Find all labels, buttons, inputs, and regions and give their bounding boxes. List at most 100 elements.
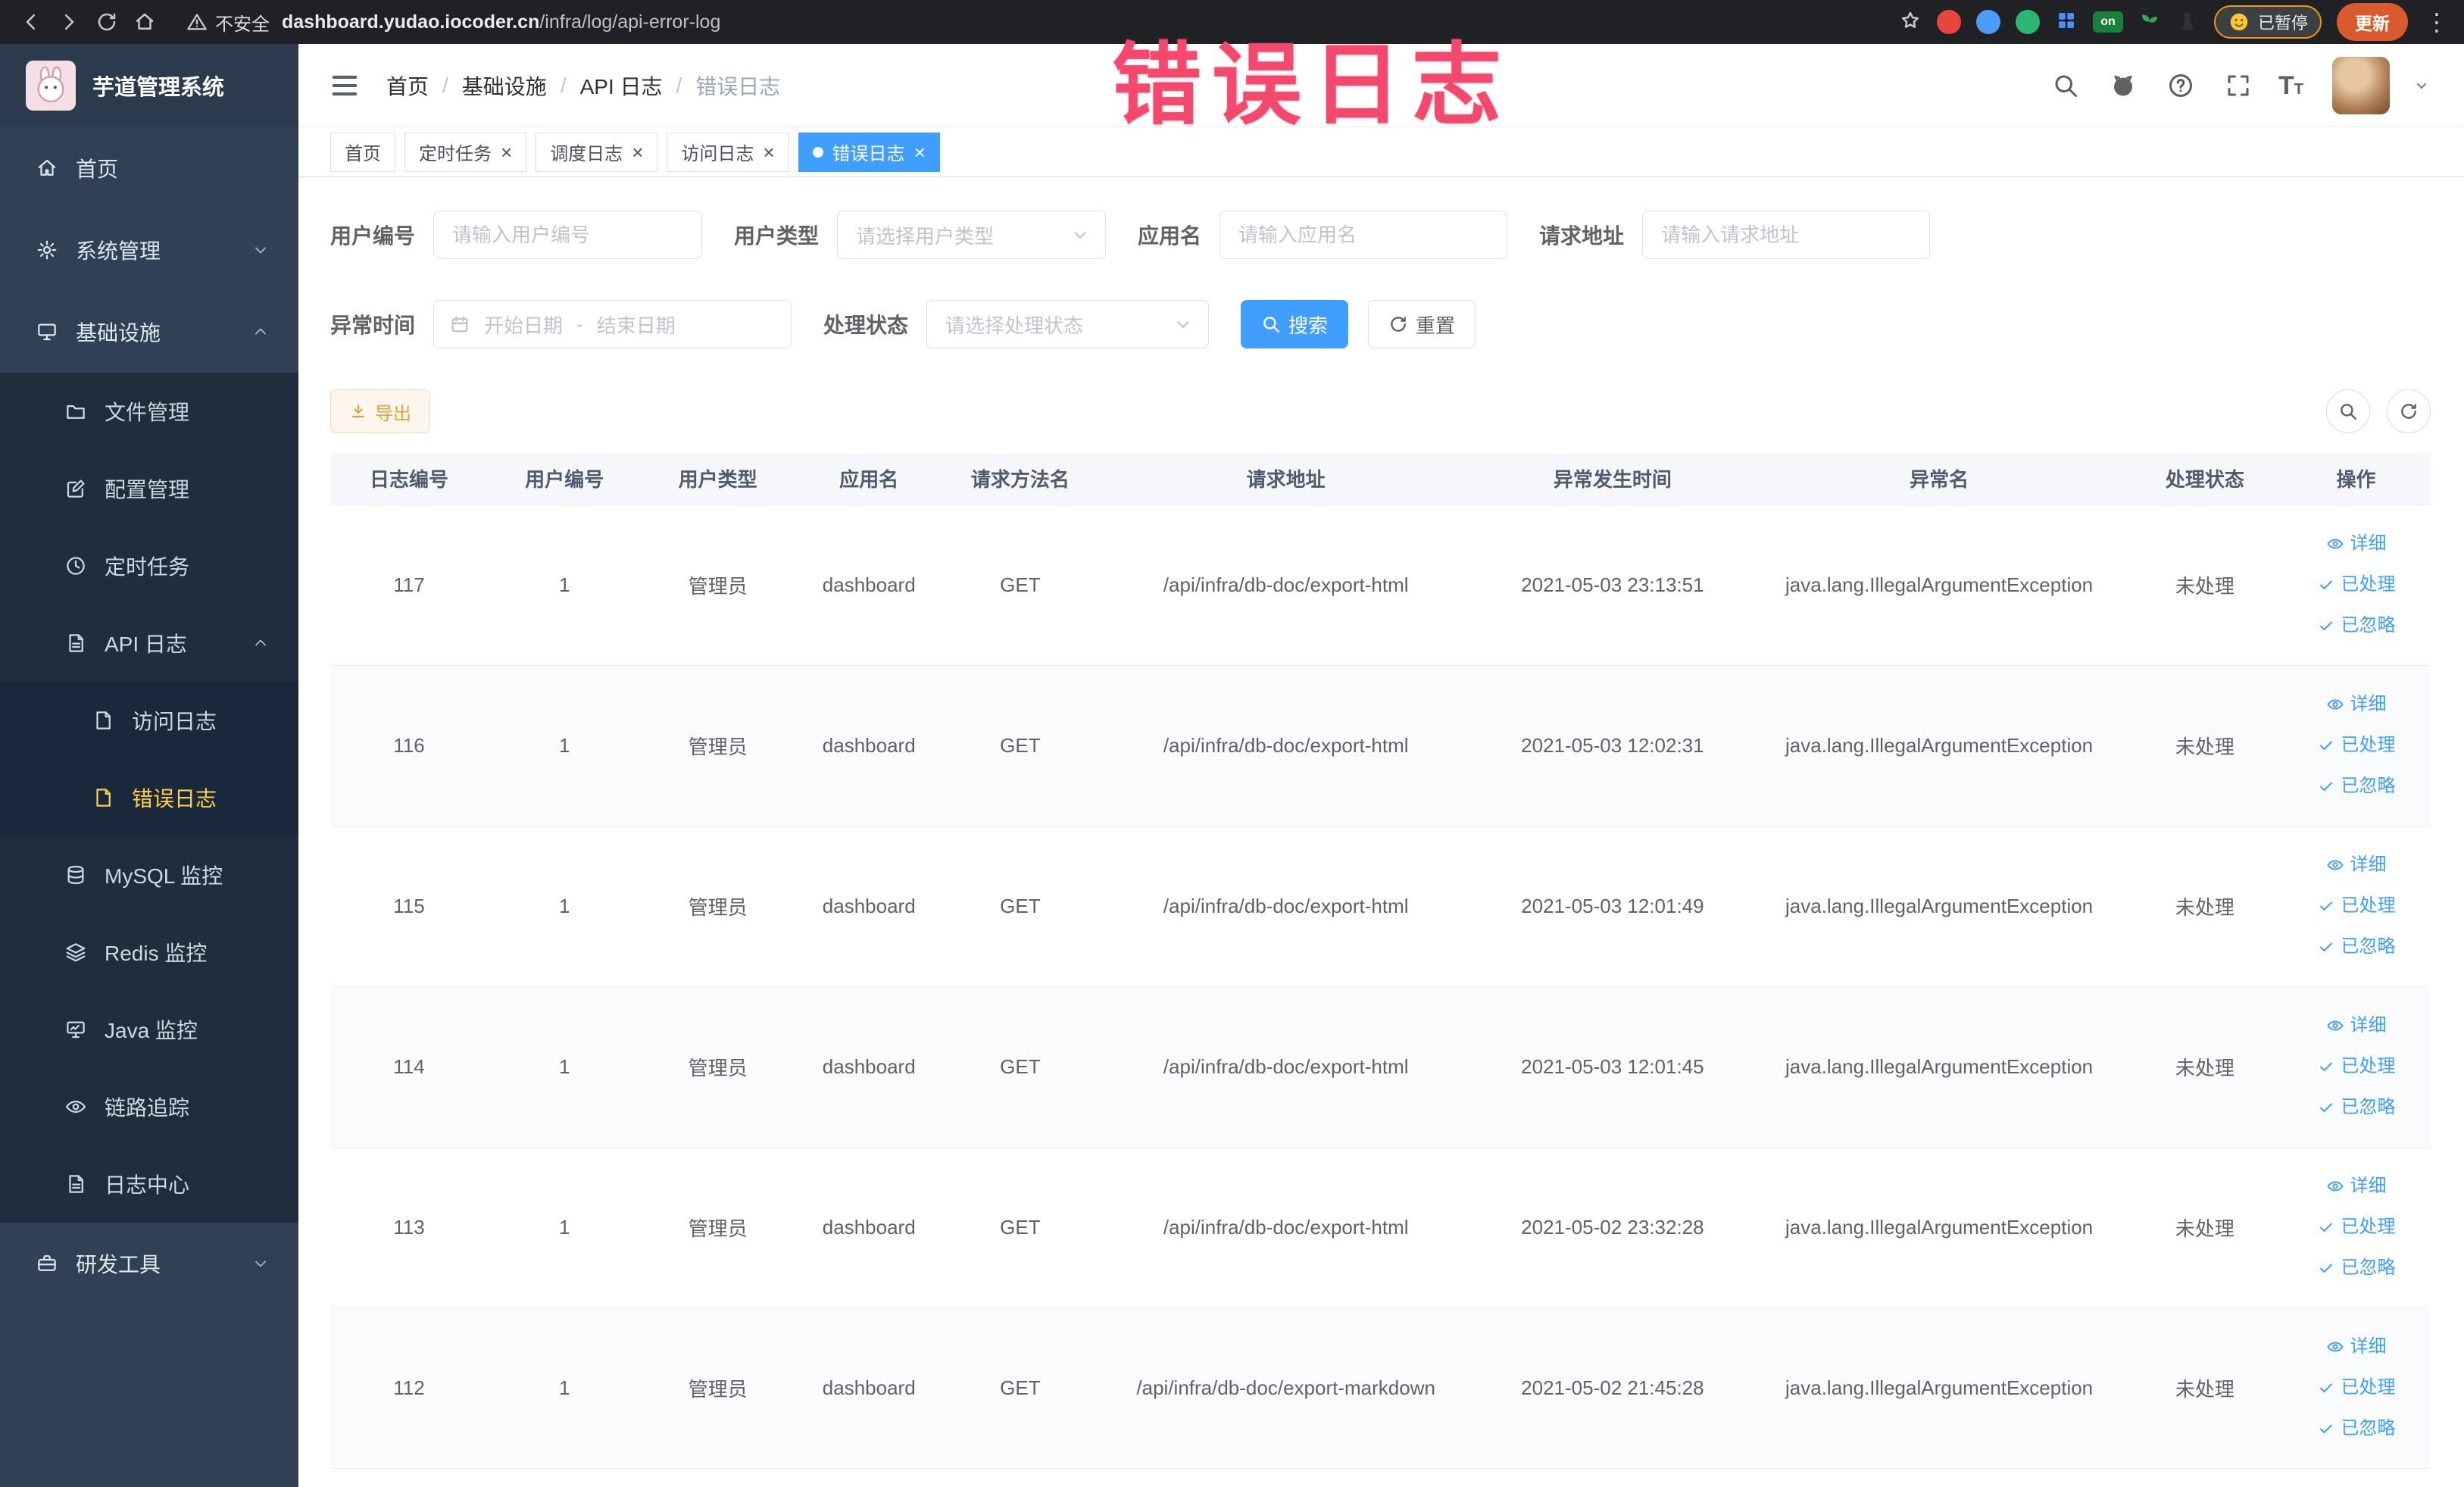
user-avatar[interactable] xyxy=(2332,56,2390,114)
exception-time-label: 异常时间 xyxy=(330,314,416,337)
tab-close-icon[interactable]: × xyxy=(632,142,643,162)
logo-avatar xyxy=(26,61,76,111)
paused-profile-badge[interactable]: 已暂停 xyxy=(2213,5,2322,39)
chevron-down-icon xyxy=(1177,321,1189,328)
toggle-search-button[interactable] xyxy=(2326,389,2370,433)
extension-icon[interactable] xyxy=(2015,10,2040,34)
sidebar-item-job[interactable]: 定时任务 xyxy=(0,527,298,604)
processed-link[interactable]: 已处理 xyxy=(2317,564,2396,605)
extension-sprout-icon[interactable] xyxy=(2138,9,2161,36)
bookmark-star-icon[interactable] xyxy=(1899,9,1922,36)
detail-link[interactable]: 详细 xyxy=(2326,1166,2387,1207)
address-bar[interactable]: dashboard.yudao.iocoder.cn/infra/log/api… xyxy=(282,11,720,33)
extension-icon[interactable] xyxy=(1936,10,1961,34)
ignored-link[interactable]: 已忽略 xyxy=(2317,926,2396,967)
extension-icon[interactable] xyxy=(1975,10,2000,34)
help-icon[interactable] xyxy=(2163,68,2198,103)
request-url-input[interactable] xyxy=(1642,211,1931,259)
sidebar-item-redis[interactable]: Redis 监控 xyxy=(0,914,298,991)
browser-menu-icon[interactable]: ⋮ xyxy=(2425,10,2449,34)
breadcrumb-item[interactable]: 首页 xyxy=(386,70,429,101)
eye-icon xyxy=(2327,1342,2344,1352)
github-icon[interactable] xyxy=(2106,68,2141,103)
extension-pawn-icon[interactable] xyxy=(2176,9,2199,36)
layers-icon xyxy=(64,940,88,964)
reset-button[interactable]: 重置 xyxy=(1368,300,1476,348)
font-size-icon[interactable]: TT xyxy=(2278,73,2303,98)
process-status-select[interactable]: 请选择处理状态 xyxy=(926,300,1210,348)
tab-access-log[interactable]: 访问日志 × xyxy=(667,132,789,172)
fullscreen-icon[interactable] xyxy=(2221,68,2256,103)
avatar-caret-icon[interactable] xyxy=(2412,77,2431,95)
ignored-link[interactable]: 已忽略 xyxy=(2317,1087,2396,1128)
sidebar-item-config[interactable]: 配置管理 xyxy=(0,450,298,527)
date-range-picker[interactable]: 开始日期 - 结束日期 xyxy=(433,300,792,348)
tab-close-icon[interactable]: × xyxy=(763,142,774,162)
tab-job[interactable]: 定时任务 × xyxy=(404,132,527,172)
tab-close-icon[interactable]: × xyxy=(914,142,926,162)
ignored-link[interactable]: 已忽略 xyxy=(2317,1248,2396,1289)
processed-link[interactable]: 已处理 xyxy=(2317,1207,2396,1248)
detail-link[interactable]: 详细 xyxy=(2326,1005,2387,1046)
detail-link[interactable]: 详细 xyxy=(2326,1326,2387,1367)
ignored-link[interactable]: 已忽略 xyxy=(2317,1408,2396,1449)
ignored-link[interactable]: 已忽略 xyxy=(2317,766,2396,807)
column-header: 用户编号 xyxy=(487,453,642,505)
sidebar-item-trace[interactable]: 链路追踪 xyxy=(0,1068,298,1145)
home-browser-icon[interactable] xyxy=(129,6,161,38)
user-id-input[interactable] xyxy=(433,211,703,259)
url-domain: dashboard.yudao.iocoder.cn xyxy=(282,11,540,33)
tab-job-log[interactable]: 调度日志 × xyxy=(536,132,658,172)
menu-label: 文件管理 xyxy=(105,401,190,424)
sidebar-item-access-log[interactable]: 访问日志 xyxy=(0,682,298,759)
sidebar-item-devtools[interactable]: 研发工具 xyxy=(0,1223,298,1304)
security-chip[interactable]: 不安全 xyxy=(186,9,270,36)
tab-close-icon[interactable]: × xyxy=(501,142,512,162)
eye-icon xyxy=(2327,860,2344,870)
detail-link[interactable]: 详细 xyxy=(2326,523,2387,564)
user-type-select[interactable]: 请选择用户类型 xyxy=(837,211,1107,259)
cell-url: /api/infra/db-doc/export-html xyxy=(1097,505,1476,666)
search-icon[interactable] xyxy=(2048,68,2083,103)
reload-icon[interactable] xyxy=(91,6,123,38)
cell-time: 2021-05-03 12:02:31 xyxy=(1475,665,1750,826)
processed-link[interactable]: 已处理 xyxy=(2317,1046,2396,1087)
app-logo[interactable]: 芋道管理系统 xyxy=(0,44,298,127)
sidebar-item-home[interactable]: 首页 xyxy=(0,127,298,209)
sidebar-item-java[interactable]: Java 监控 xyxy=(0,991,298,1068)
url-path: /infra/log/api-error-log xyxy=(539,11,721,33)
processed-link[interactable]: 已处理 xyxy=(2317,725,2396,766)
forward-icon[interactable] xyxy=(53,6,85,38)
sidebar-item-mysql[interactable]: MySQL 监控 xyxy=(0,836,298,914)
sidebar-menu: 首页 系统管理 基础设施 文件管理 配置管理 定时任务 API 日志 访问日志 … xyxy=(0,127,298,1487)
hamburger-icon[interactable] xyxy=(329,71,361,100)
app-name-input[interactable] xyxy=(1220,211,1508,259)
sidebar-item-error-log[interactable]: 错误日志 xyxy=(0,759,298,836)
export-button[interactable]: 导出 xyxy=(330,389,430,433)
breadcrumb-item[interactable]: 基础设施 xyxy=(462,70,547,101)
select-placeholder: 请选择用户类型 xyxy=(856,224,995,248)
back-icon[interactable] xyxy=(15,6,47,38)
processed-link[interactable]: 已处理 xyxy=(2317,1367,2396,1408)
extension-on-badge[interactable]: on xyxy=(2092,11,2123,33)
cell-exception: java.lang.IllegalArgumentException xyxy=(1750,505,2128,666)
detail-link[interactable]: 详细 xyxy=(2326,845,2387,886)
breadcrumb-item[interactable]: API 日志 xyxy=(580,70,663,101)
detail-link[interactable]: 详细 xyxy=(2326,684,2387,725)
update-button[interactable]: 更新 xyxy=(2337,3,2408,41)
cell-method: GET xyxy=(943,986,1098,1148)
sidebar-item-file[interactable]: 文件管理 xyxy=(0,373,298,450)
extension-grid-icon[interactable] xyxy=(2055,9,2078,36)
search-button[interactable]: 搜索 xyxy=(1241,300,1349,348)
sidebar-item-api-log[interactable]: API 日志 xyxy=(0,604,298,682)
sidebar-item-log-center[interactable]: 日志中心 xyxy=(0,1145,298,1223)
tab-error-log[interactable]: 错误日志 × xyxy=(798,132,940,172)
sidebar-item-system[interactable]: 系统管理 xyxy=(0,209,298,291)
processed-link[interactable]: 已处理 xyxy=(2317,886,2396,926)
sidebar-item-infra[interactable]: 基础设施 xyxy=(0,291,298,373)
ignored-link[interactable]: 已忽略 xyxy=(2317,605,2396,646)
refresh-table-button[interactable] xyxy=(2387,389,2431,433)
column-header: 处理状态 xyxy=(2128,453,2282,505)
menu-label: 基础设施 xyxy=(76,321,161,345)
tab-home[interactable]: 首页 xyxy=(330,132,395,172)
